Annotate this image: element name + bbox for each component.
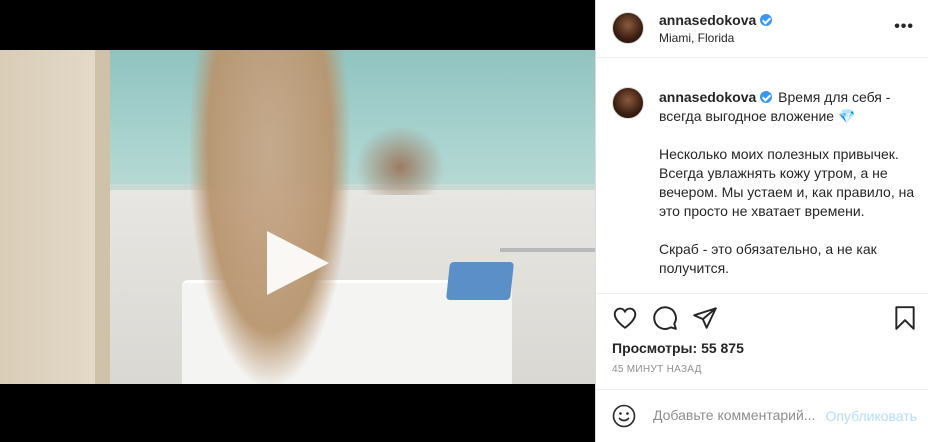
bookmark-icon[interactable] (892, 305, 918, 331)
emoji-icon[interactable] (612, 404, 636, 428)
heart-icon[interactable] (612, 305, 638, 331)
caption-paragraph: Несколько моих полезных привычек. Всегда… (659, 146, 915, 219)
caption-avatar[interactable] (612, 87, 644, 119)
video-frame-rail (500, 248, 595, 252)
username-text: annasedokova (659, 12, 757, 28)
username-link[interactable]: annasedokova (659, 12, 773, 28)
comment-icon[interactable] (652, 305, 678, 331)
post-comment-button[interactable]: Опубликовать (825, 408, 917, 424)
video-frame-mirror (110, 50, 595, 190)
location-link[interactable]: Miami, Florida (659, 31, 734, 45)
verified-badge-icon (760, 14, 773, 26)
caption-paragraph: Скраб - это обязательно, а не как получи… (659, 241, 877, 276)
views-value: 55 875 (701, 340, 744, 356)
caption-username[interactable]: annasedokova (659, 89, 773, 105)
verified-badge-icon (760, 91, 773, 103)
video-frame-person (190, 50, 350, 384)
comment-input[interactable] (653, 407, 818, 423)
post-panel: annasedokova Miami, Florida ••• annasedo… (595, 0, 928, 442)
views-label: Просмотры: (612, 340, 698, 356)
play-icon[interactable] (267, 231, 329, 295)
comment-bar: Опубликовать (596, 389, 928, 442)
caption-username-text: annasedokova (659, 89, 757, 105)
avatar[interactable] (612, 12, 644, 44)
video-frame-reflection (355, 125, 445, 195)
caption: annasedokova Время для себя - всегда выг… (659, 88, 919, 293)
share-icon[interactable] (692, 305, 718, 331)
timestamp[interactable]: 45 МИНУТ НАЗАД (612, 364, 702, 375)
media-area (0, 0, 595, 442)
action-bar (596, 294, 928, 340)
more-icon[interactable]: ••• (894, 19, 914, 35)
video-player[interactable] (0, 50, 595, 384)
video-frame-towel (446, 262, 514, 300)
caption-area: annasedokova Время для себя - всегда выг… (596, 58, 928, 294)
views-count[interactable]: Просмотры: 55 875 (612, 340, 744, 356)
post-header: annasedokova Miami, Florida ••• (596, 0, 928, 58)
